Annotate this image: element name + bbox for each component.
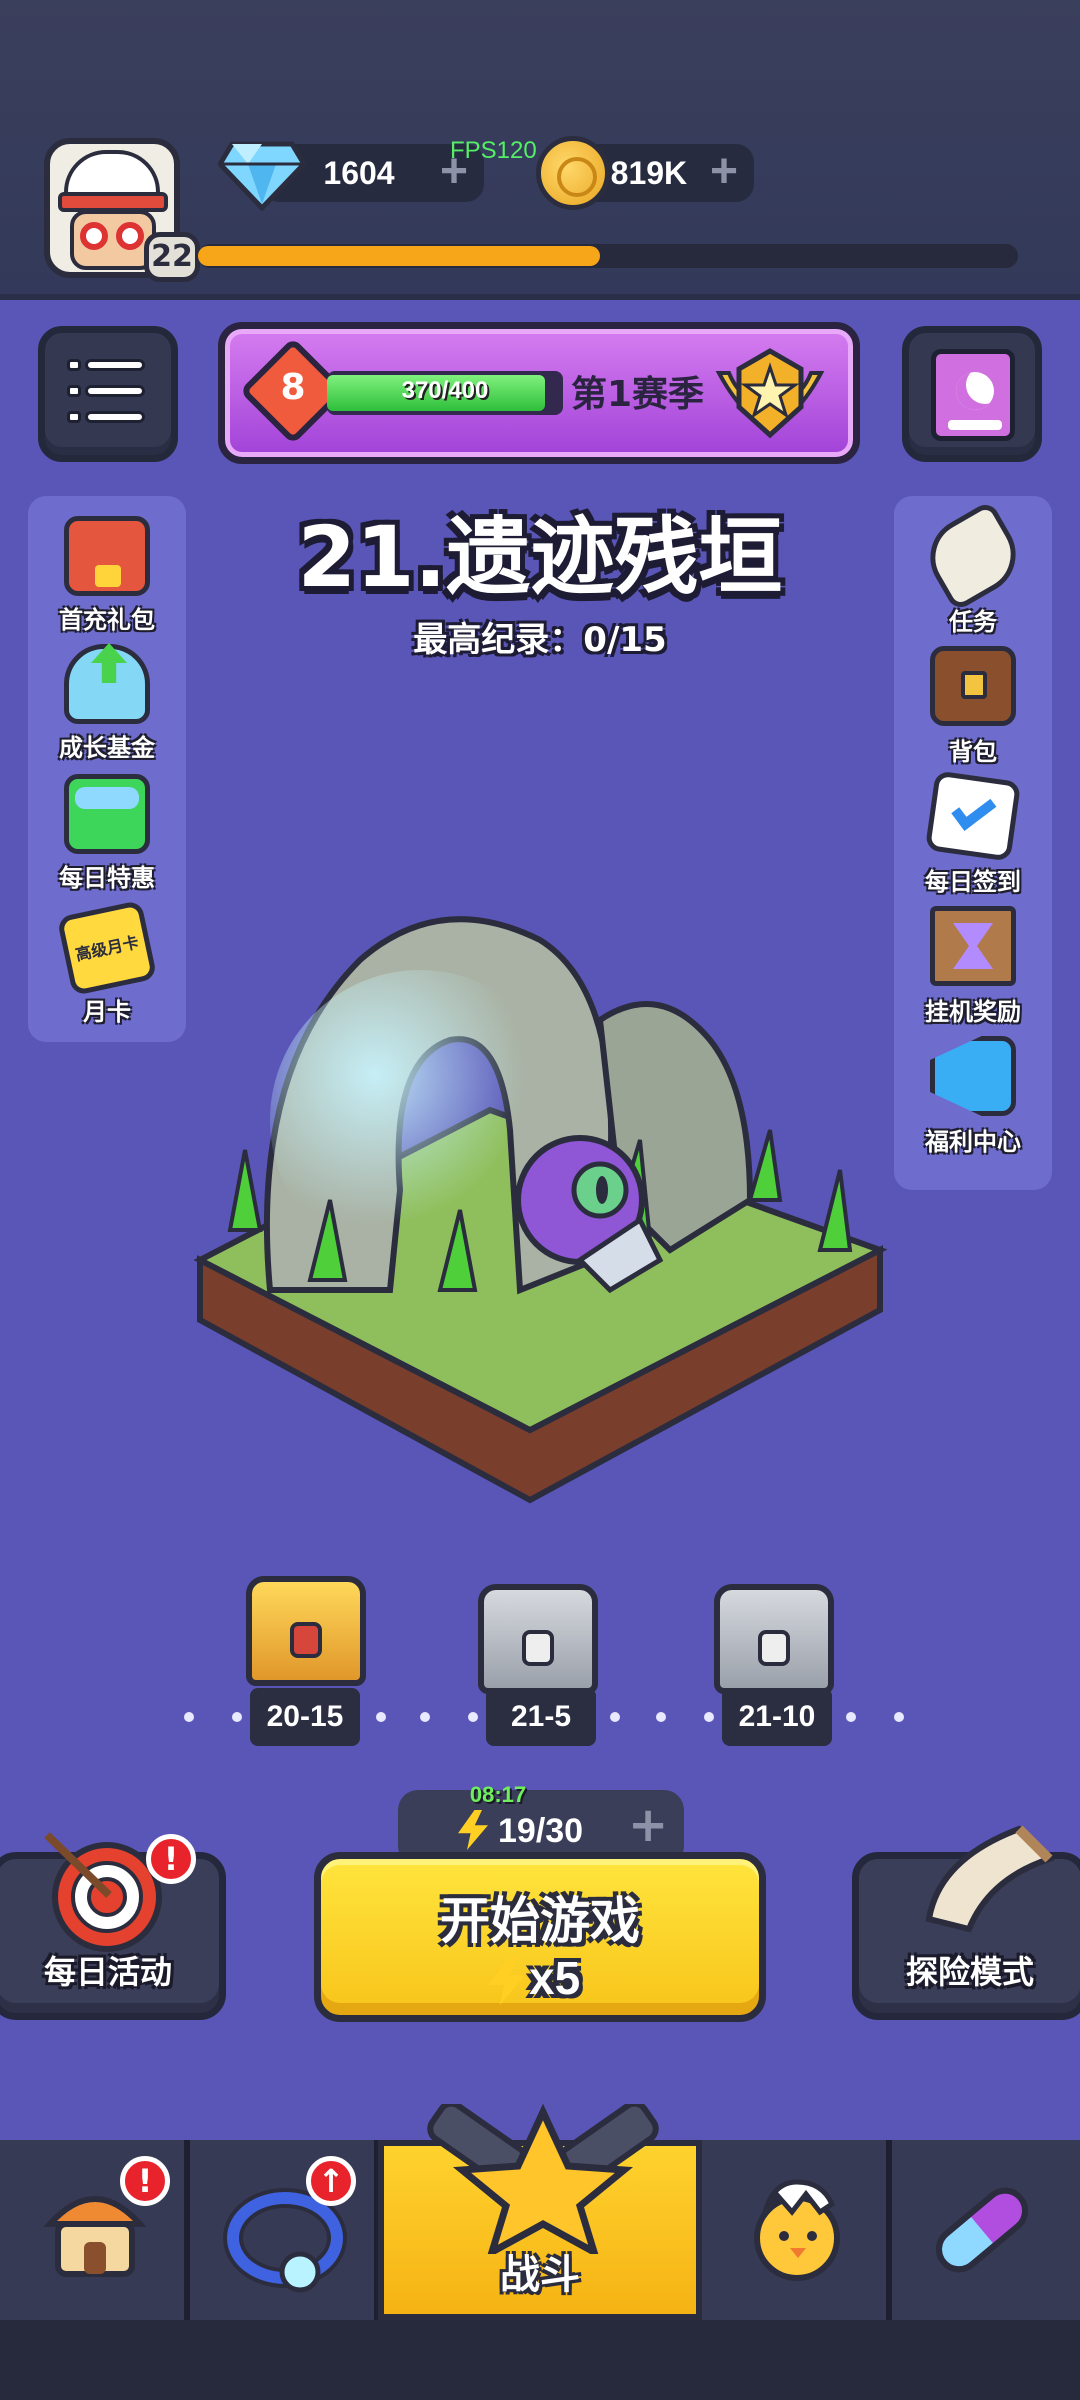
daily-activity-label: 每日活动 (43, 1953, 172, 1991)
milestone-track-dot (610, 1712, 620, 1722)
energy-refill-timer: 08:17 (469, 1782, 527, 1807)
start-game-cost: x5 (529, 1952, 581, 2004)
milestone-track-dot (184, 1712, 194, 1722)
adventure-mode-label: 探险模式 (905, 1953, 1034, 1991)
milestone-track-dot (846, 1712, 856, 1722)
codex-book-button[interactable] (902, 326, 1042, 462)
battle-star-cannons-icon (427, 2104, 659, 2254)
milestone-track-dot (894, 1712, 904, 1722)
tab-talents[interactable] (892, 2140, 1080, 2320)
season-medal-icon (715, 348, 825, 439)
best-record: 最高纪录：0/15 (413, 620, 667, 660)
milestone-chest-gold[interactable] (246, 1576, 366, 1686)
monthly-card-badge: 高级月卡 (73, 932, 141, 965)
idle-reward-label: 挂机奖励 (925, 998, 1021, 1026)
daily-deal-button[interactable]: 每日特惠 (32, 774, 182, 894)
season-progress-bar: 370/400 (327, 371, 563, 415)
tab-battle-label: 战斗 (500, 2252, 580, 2298)
daily-checkin-clipboard-icon (924, 770, 1022, 862)
gem-icon (218, 141, 306, 212)
season-title: 第1赛季 (571, 374, 705, 415)
add-gold-button[interactable]: + (704, 148, 744, 196)
energy-cost-bolt-icon (489, 1957, 525, 2005)
daily-deal-label: 每日特惠 (59, 864, 155, 892)
fps-counter: FPS120 (450, 137, 537, 164)
milestone-label: 21-10 (722, 1688, 832, 1746)
growth-fund-button[interactable]: 成长基金 (32, 643, 182, 764)
milestone-track-dot (232, 1712, 242, 1722)
war-horn-icon (925, 1825, 1055, 1933)
daily-activity-alert-badge: ! (146, 1834, 196, 1884)
daily-deal-basket-icon (64, 774, 150, 854)
milestone-track-dot (420, 1712, 430, 1722)
idle-reward-button[interactable]: 挂机奖励 (898, 906, 1048, 1026)
milestone-track-dot (376, 1712, 386, 1722)
monthly-card-icon: 高级月卡 (56, 899, 158, 997)
milestone-track-dot (468, 1712, 478, 1722)
hatching-chick-icon (754, 2179, 840, 2281)
shop-alert-badge: ! (120, 2156, 170, 2206)
player-level-badge: 22 (144, 232, 200, 282)
system-bottom-strip (0, 2320, 1080, 2400)
milestone-label: 21-5 (486, 1688, 596, 1746)
milestone-chest-locked[interactable] (714, 1584, 834, 1694)
experience-bar (198, 244, 1018, 268)
capsule-pill-icon (936, 2187, 1028, 2273)
stage-island-illustration[interactable] (190, 870, 890, 1510)
milestone-label: 20-15 (250, 1688, 360, 1746)
growth-fund-label: 成长基金 (59, 734, 155, 762)
season-progress-text: 370/400 (401, 377, 489, 404)
season-rank: 8 (280, 367, 306, 408)
adventure-mode-button[interactable]: 探险模式 (852, 1825, 1080, 2020)
equipment-upgrade-badge: ↑ (306, 2156, 356, 2206)
monthly-card-label: 月卡 (83, 998, 131, 1026)
welfare-megaphone-icon (930, 1036, 1016, 1116)
daily-activity-button[interactable]: 每日活动 (0, 1832, 226, 2020)
stage-title: 21.遗迹残垣 (297, 508, 783, 606)
start-game-button[interactable]: 开始游戏 x5 (314, 1852, 766, 2022)
tab-pets[interactable] (702, 2140, 892, 2320)
idle-reward-hourglass-icon (930, 906, 1016, 986)
welfare-center-label: 福利中心 (925, 1128, 1021, 1156)
target-arrow-icon (44, 1832, 162, 1952)
main-menu-button[interactable] (38, 326, 178, 462)
gold-coin-icon (536, 136, 610, 210)
start-game-label: 开始游戏 (440, 1892, 640, 1950)
season-pass-panel[interactable]: 8 370/400 第1赛季 (218, 322, 860, 464)
experience-bar-fill (198, 246, 600, 266)
welfare-center-button[interactable]: 福利中心 (898, 1036, 1048, 1156)
milestone-chest-locked[interactable] (478, 1584, 598, 1694)
codex-book-icon (931, 349, 1015, 441)
milestone-track-dot (704, 1712, 714, 1722)
energy-value: 19/30 (498, 1812, 584, 1850)
monthly-card-button[interactable]: 高级月卡 月卡 (32, 899, 182, 1028)
backpack-label: 背包 (949, 738, 997, 766)
tab-battle[interactable]: 战斗 (378, 2104, 702, 2320)
energy-bolt-icon (458, 1810, 488, 1850)
daily-checkin-label: 每日签到 (925, 868, 1021, 896)
backpack-button[interactable]: 背包 (898, 646, 1048, 766)
daily-checkin-button[interactable]: 每日签到 (898, 770, 1048, 896)
milestone-track-dot (656, 1712, 666, 1722)
add-energy-button[interactable]: + (628, 1801, 668, 1849)
